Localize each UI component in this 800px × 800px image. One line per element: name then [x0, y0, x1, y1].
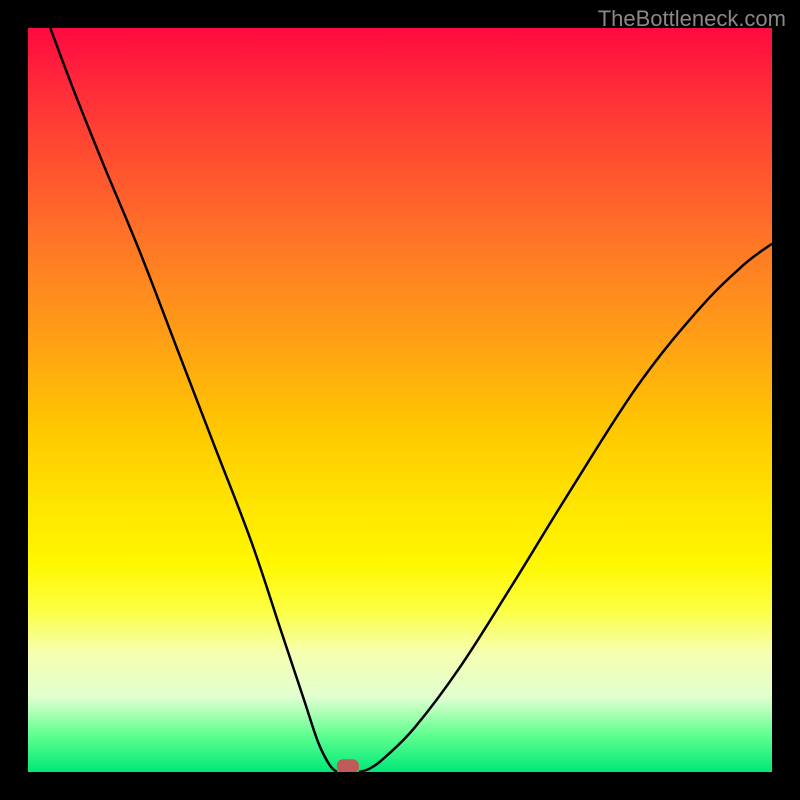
- plot-area: [28, 28, 772, 772]
- curve-right-branch: [359, 244, 772, 772]
- watermark-text: TheBottleneck.com: [598, 6, 786, 32]
- chart-container: TheBottleneck.com: [0, 0, 800, 800]
- minimum-marker: [337, 759, 359, 772]
- curve-left-branch: [50, 28, 336, 772]
- chart-svg: [28, 28, 772, 772]
